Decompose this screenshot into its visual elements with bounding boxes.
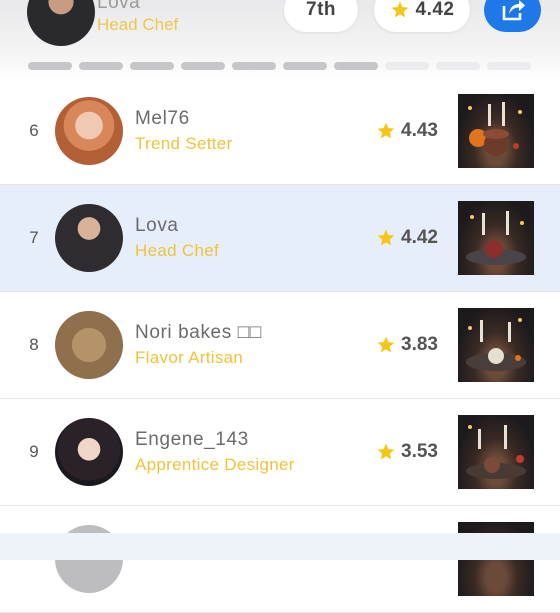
star-icon [377,122,395,139]
share-icon [502,0,525,21]
page-indicator-dot [283,62,327,70]
dish-thumbnail[interactable] [458,308,534,382]
score-value: 4.43 [401,120,438,141]
score-value: 3.83 [401,334,438,355]
user-score: 4.42 [376,185,438,291]
user-avatar[interactable] [55,311,123,379]
user-name: Engene_143 [135,429,249,450]
score-value: 3.53 [401,441,438,462]
page-indicator-dot [79,62,123,70]
page-indicator-dot [385,62,429,70]
user-title: Flavor Artisan [135,348,244,367]
dish-thumbnail[interactable] [458,94,534,168]
star-icon [377,336,395,353]
page-indicator-dot [334,62,378,70]
page-indicator-dot [181,62,225,70]
score-value: 4.42 [401,227,438,248]
star-icon [377,229,395,246]
rank-label: 7th [306,0,336,20]
user-title: Trend Setter [135,134,233,153]
bottom-bar [0,533,560,560]
page-indicator-dot [487,62,531,70]
leaderboard-row-current-user[interactable]: 7 Lova Head Chef 4.42 [0,185,560,292]
leaderboard-row[interactable]: 8 Nori bakes □□ Flavor Artisan 3.83 [0,292,560,399]
profile-header: Lova Head Chef 7th 4.42 [0,0,560,82]
row-rank: 7 [29,228,39,247]
row-rank: 9 [29,442,39,461]
user-title: Head Chef [135,241,219,260]
user-score: 3.53 [376,399,438,505]
leaderboard-row[interactable]: 6 Mel76 Trend Setter 4.43 [0,78,560,185]
current-user-avatar[interactable] [27,0,95,46]
leaderboard-row[interactable]: 9 Engene_143 Apprentice Designer 3.53 [0,399,560,506]
star-icon [377,443,395,460]
user-avatar[interactable] [55,204,123,272]
user-name: Nori bakes □□ [135,322,262,343]
page-indicator-dot [28,62,72,70]
dish-thumbnail[interactable] [458,201,534,275]
user-avatar[interactable] [55,418,123,486]
page-indicator-dot [130,62,174,70]
user-title: Apprentice Designer [135,455,295,474]
star-icon [391,1,408,18]
user-score: 4.43 [376,78,438,184]
page-indicator [28,62,531,70]
page-indicator-dot [232,62,276,70]
page-indicator-dot [436,62,480,70]
user-name: Mel76 [135,108,190,129]
current-user-name: Lova [97,0,141,13]
share-button[interactable] [484,0,541,32]
user-avatar[interactable] [55,97,123,165]
row-rank: 6 [29,121,39,140]
rank-pill: 7th [284,0,358,32]
rating-pill: 4.42 [374,0,470,32]
row-rank: 8 [29,335,39,354]
user-score: 3.83 [376,292,438,398]
dish-thumbnail[interactable] [458,415,534,489]
rating-value: 4.42 [415,0,455,20]
current-user-title: Head Chef [97,15,179,34]
user-name: Lova [135,215,179,236]
